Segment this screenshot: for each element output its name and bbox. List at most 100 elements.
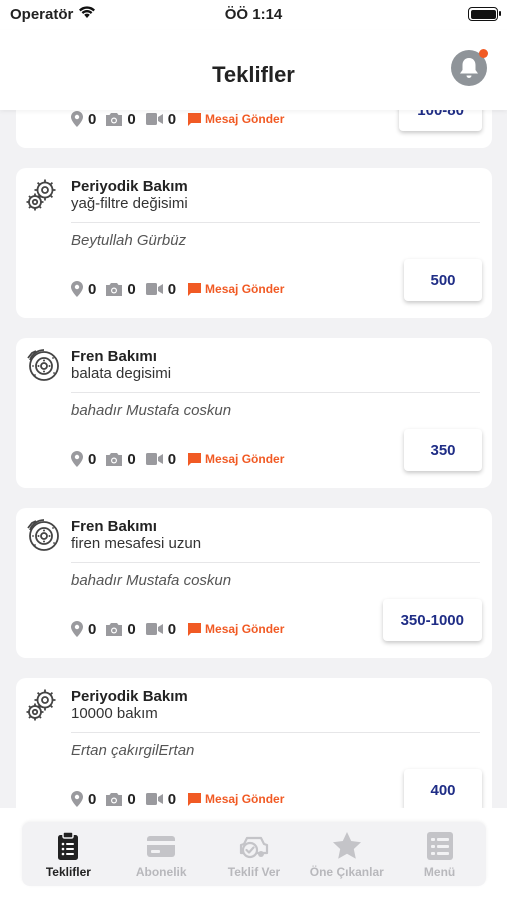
gears-icon [26,179,56,211]
offer-card[interactable]: Periyodik Bakım yağ-filtre değisimi Beyt… [16,168,492,318]
location-pin-icon [71,791,83,807]
tab-label: Teklif Ver [227,865,281,879]
photo-count: 0 [127,620,136,638]
divider [71,732,480,733]
nav-header: Teklifler [0,30,507,110]
divider [71,222,480,223]
tab-menu[interactable]: Menü [393,822,486,886]
camera-icon [106,792,123,806]
video-camera-icon [145,113,163,125]
offer-description: firen mesafesi uzun [71,535,202,552]
offer-price-button[interactable]: 100-80 [399,110,482,131]
menu-list-icon [426,832,453,860]
tab-abonelik[interactable]: Abonelik [115,822,208,886]
offer-description: 10000 bakım [71,705,158,722]
camera-icon [106,282,123,296]
bottom-tab-bar: Teklifler Abonelik Teklif Ver Öne Çıkanl… [22,822,486,886]
photo-count: 0 [127,790,136,808]
video-camera-icon [145,793,163,805]
offer-title: Periyodik Bakım [71,688,188,705]
tab-label: Öne Çıkanlar [309,865,384,879]
offer-meta: 0 0 0 Mesaj Gönder [71,789,284,808]
offer-meta: 0 0 0 Mesaj Gönder [71,449,284,469]
chat-bubble-icon [188,112,202,126]
send-message-link[interactable]: Mesaj Gönder [188,792,284,806]
offer-price-button[interactable]: 400 [404,769,482,808]
video-count: 0 [167,790,177,808]
brake-disc-icon [27,349,59,381]
offer-price-button[interactable]: 350 [404,429,482,471]
send-message-label: Mesaj Gönder [205,792,285,806]
clock-time: ÖÖ 1:14 [224,6,283,23]
offer-description: yağ-filtre değisimi [71,195,188,212]
divider [71,562,480,563]
send-message-label: Mesaj Gönder [205,622,285,636]
tab-label: Teklifler [45,865,91,879]
offer-meta: 0 0 0 Mesaj Gönder [71,619,284,639]
offer-title: Fren Bakımı [71,518,157,535]
gears-icon [26,689,56,721]
customer-name: Beytullah Gürbüz [71,232,187,249]
location-pin-icon [71,621,83,637]
video-count: 0 [167,450,177,468]
offer-price-button[interactable]: 500 [404,259,482,301]
star-icon [332,832,361,859]
send-message-link[interactable]: Mesaj Gönder [188,622,284,636]
location-pin-icon [71,451,83,467]
clipboard-icon [58,831,79,860]
send-message-label: Mesaj Gönder [205,452,285,466]
battery-icon [468,7,501,21]
video-count: 0 [167,620,177,638]
page-title: Teklifler [212,62,295,87]
location-count: 0 [88,280,97,298]
location-count: 0 [88,110,97,128]
status-bar: Operatör ÖÖ 1:14 [0,0,507,30]
brake-disc-icon [27,519,59,551]
offer-meta: 0 0 0 Mesaj Gönder [71,110,284,129]
send-message-label: Mesaj Gönder [205,112,285,126]
car-check-icon [239,836,269,859]
send-message-link[interactable]: Mesaj Gönder [188,112,284,126]
divider [71,392,480,393]
offer-card[interactable]: Fren Bakımı balata degisimi bahadır Must… [16,338,492,488]
send-message-label: Mesaj Gönder [205,282,285,296]
offer-meta: 0 0 0 Mesaj Gönder [71,279,284,299]
offers-list[interactable]: 0 0 0 Mesaj Gönder 100-80 Periyodik Bakı… [0,110,507,808]
tab-label: Menü [423,865,456,879]
customer-name: Ertan çakırgilErtan [71,742,195,759]
offer-card[interactable]: Fren Bakımı firen mesafesi uzun bahadır … [16,508,492,658]
send-message-link[interactable]: Mesaj Gönder [188,452,284,466]
offer-title: Periyodik Bakım [71,178,188,195]
chat-bubble-icon [188,622,202,636]
photo-count: 0 [127,450,136,468]
location-pin-icon [71,111,83,127]
send-message-link[interactable]: Mesaj Gönder [188,282,284,296]
photo-count: 0 [127,110,136,128]
offer-title: Fren Bakımı [71,348,157,365]
bell-icon [460,58,478,78]
video-camera-icon [145,453,163,465]
offer-card[interactable]: Periyodik Bakım 10000 bakım Ertan çakırg… [16,678,492,808]
location-count: 0 [88,450,97,468]
chat-bubble-icon [188,452,202,466]
camera-icon [106,112,123,126]
video-count: 0 [167,110,177,128]
location-count: 0 [88,790,97,808]
notification-bell-button[interactable] [451,49,488,86]
tab-teklifler[interactable]: Teklifler [22,822,115,886]
customer-name: bahadır Mustafa coskun [71,572,232,589]
offer-price-button[interactable]: 350-1000 [382,599,482,641]
tab-one-cikanlar[interactable]: Öne Çıkanlar [300,822,393,886]
tab-label: Abonelik [135,865,187,879]
tab-teklif-ver[interactable]: Teklif Ver [208,822,301,886]
video-count: 0 [167,280,177,298]
camera-icon [106,622,123,636]
offer-description: balata degisimi [71,365,172,382]
location-count: 0 [88,620,97,638]
offer-card[interactable]: 0 0 0 Mesaj Gönder 100-80 [16,110,492,148]
chat-bubble-icon [188,282,202,296]
video-camera-icon [145,623,163,635]
credit-card-icon [147,836,176,857]
video-camera-icon [145,283,163,295]
customer-name: bahadır Mustafa coskun [71,402,232,419]
